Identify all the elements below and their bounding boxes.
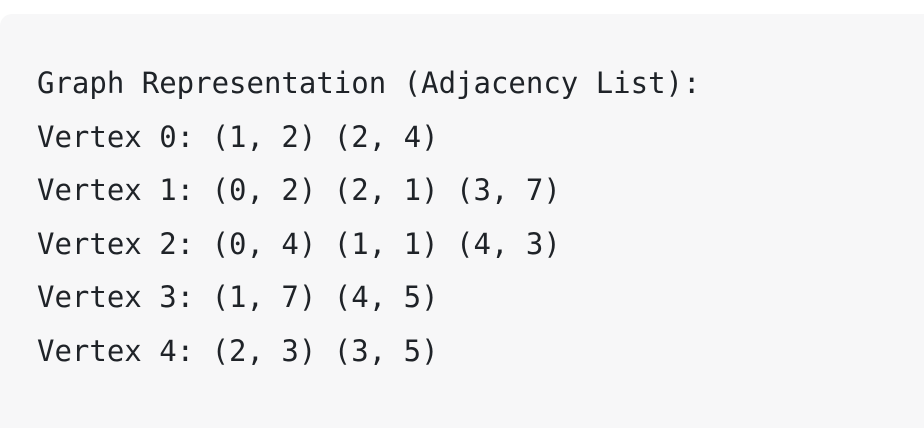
vertex-3-line: Vertex 3: (1, 7) (4, 5) [37,280,439,314]
vertex-2-line: Vertex 2: (0, 4) (1, 1) (4, 3) [37,226,561,261]
output-header-line: Graph Representation (Adjacency List): [37,66,701,100]
vertex-1-line: Vertex 1: (0, 2) (2, 1) (3, 7) [37,173,561,207]
vertex-4-line: Vertex 4: (2, 3) (3, 5) [37,333,439,368]
vertex-0-line: Vertex 0: (1, 2) (2, 4) [37,119,439,154]
code-output-block: Graph Representation (Adjacency List): V… [0,14,924,428]
